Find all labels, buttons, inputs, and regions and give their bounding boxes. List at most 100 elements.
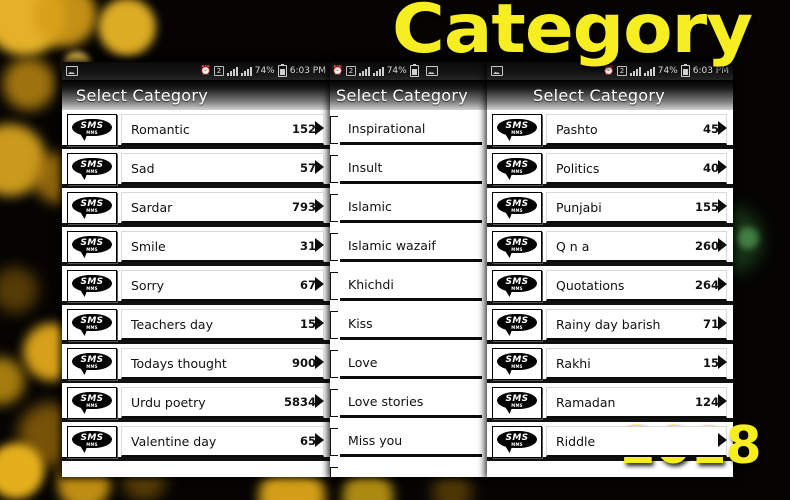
category-card[interactable]: Pashto 45 xyxy=(546,114,727,145)
chevron-right-icon xyxy=(718,277,727,291)
list-item[interactable]: SMS MMS Todays thought 900 xyxy=(62,344,330,383)
category-card[interactable]: Rainy day barish 71 xyxy=(546,309,727,340)
category-card[interactable]: Insult xyxy=(340,153,482,184)
category-count: 5834 xyxy=(283,395,316,409)
list-item[interactable]: Islamic xyxy=(330,188,488,227)
sms-thumb-sublabel: MMS xyxy=(511,129,523,135)
category-card[interactable]: Politics 40 xyxy=(546,153,727,184)
chevron-right-icon xyxy=(315,316,324,330)
sim-badge-icon: 2 xyxy=(346,66,356,76)
row-left-stub xyxy=(330,232,338,261)
row-left-stub xyxy=(330,154,338,183)
category-card[interactable]: Ramadan 124 xyxy=(546,387,727,418)
category-card[interactable]: Islamic xyxy=(340,192,482,223)
list-item[interactable]: SMS MMS Rainy day barish 71 xyxy=(487,305,733,344)
list-item[interactable]: Khichdi xyxy=(330,266,488,305)
category-card[interactable]: Sad 57 xyxy=(121,153,324,184)
category-card[interactable]: Inspirational xyxy=(340,114,482,145)
category-card[interactable] xyxy=(340,465,482,477)
category-label: Sad xyxy=(131,160,155,176)
sms-thumb-sublabel: MMS xyxy=(86,402,98,408)
category-card[interactable]: Sorry 67 xyxy=(121,270,324,301)
sms-thumbnail-icon: SMS MMS xyxy=(67,230,117,263)
list-item[interactable]: Love xyxy=(330,344,488,383)
list-item[interactable]: SMS MMS Urdu poetry 5834 xyxy=(62,383,330,422)
category-count: 15 xyxy=(702,356,719,370)
sms-thumb-sublabel: MMS xyxy=(86,363,98,369)
list-item[interactable]: Insult xyxy=(330,149,488,188)
list-item[interactable]: SMS MMS Sad 57 xyxy=(62,149,330,188)
phone-panel-2: ⏰ 2 74% Select Category Inspirational In… xyxy=(330,62,488,477)
category-card[interactable]: Smile 31 xyxy=(121,231,324,262)
chevron-right-icon xyxy=(315,394,324,408)
sms-thumbnail-icon: SMS MMS xyxy=(492,386,542,419)
category-label: Riddle xyxy=(556,433,596,449)
category-card[interactable]: Miss you xyxy=(340,426,482,457)
list-item[interactable]: Love stories xyxy=(330,383,488,422)
row-left-stub xyxy=(330,271,338,300)
list-item[interactable]: SMS MMS Ramadan 124 xyxy=(487,383,733,422)
category-card[interactable]: Riddle xyxy=(546,426,727,457)
sms-thumb-sublabel: MMS xyxy=(86,129,98,135)
list-item[interactable]: SMS MMS Pashto 45 xyxy=(487,110,733,149)
list-item[interactable]: SMS MMS Quotations 264 xyxy=(487,266,733,305)
category-card[interactable]: Urdu poetry 5834 xyxy=(121,387,324,418)
category-card[interactable]: Q n a 260 xyxy=(546,231,727,262)
list-item[interactable]: SMS MMS Politics 40 xyxy=(487,149,733,188)
list-item[interactable] xyxy=(330,461,488,477)
chevron-right-icon xyxy=(718,316,727,330)
category-count: 40 xyxy=(702,161,719,175)
sms-thumbnail-icon: SMS MMS xyxy=(492,191,542,224)
panel-2-list[interactable]: Inspirational Insult Islamic Islamic waz… xyxy=(330,110,488,477)
category-card[interactable]: Kiss xyxy=(340,309,482,340)
list-item[interactable]: SMS MMS Q n a 260 xyxy=(487,227,733,266)
list-item[interactable]: SMS MMS Teachers day 15 xyxy=(62,305,330,344)
list-item[interactable]: SMS MMS Romantic 152 xyxy=(62,110,330,149)
panel-2-title: Select Category xyxy=(330,80,488,110)
row-left-stub xyxy=(330,466,338,477)
list-item[interactable]: SMS MMS Smile 31 xyxy=(62,227,330,266)
category-label: Q n a xyxy=(556,238,590,254)
panel-1-list[interactable]: SMS MMS Romantic 152 SMS MMS Sad 57 SMS … xyxy=(62,110,330,461)
list-item[interactable]: SMS MMS Sorry 67 xyxy=(62,266,330,305)
category-card[interactable]: Quotations 264 xyxy=(546,270,727,301)
category-card[interactable]: Love xyxy=(340,348,482,379)
chevron-right-icon xyxy=(315,433,324,447)
panel-3-list[interactable]: SMS MMS Pashto 45 SMS MMS Politics 40 SM… xyxy=(487,110,733,461)
list-item[interactable]: Inspirational xyxy=(330,110,488,149)
category-card[interactable]: Todays thought 900 xyxy=(121,348,324,379)
sms-thumbnail-icon: SMS MMS xyxy=(67,191,117,224)
sms-thumbnail-icon: SMS MMS xyxy=(67,386,117,419)
category-label: Rainy day barish xyxy=(556,316,661,332)
category-card[interactable]: Khichdi xyxy=(340,270,482,301)
category-label: Love xyxy=(348,354,378,370)
list-item[interactable]: SMS MMS Sardar 793 xyxy=(62,188,330,227)
sms-thumb-sublabel: MMS xyxy=(511,324,523,330)
category-card[interactable]: Romantic 152 xyxy=(121,114,324,145)
sim-badge-icon: 2 xyxy=(214,66,224,76)
category-label: Teachers day xyxy=(131,316,213,332)
category-count: 152 xyxy=(291,122,316,136)
list-item[interactable]: SMS MMS Punjabi 155 xyxy=(487,188,733,227)
category-count: 264 xyxy=(694,278,719,292)
list-item[interactable]: Miss you xyxy=(330,422,488,461)
row-left-stub xyxy=(330,427,338,456)
chevron-right-icon xyxy=(315,121,324,135)
list-item[interactable]: SMS MMS Riddle xyxy=(487,422,733,461)
category-card[interactable]: Love stories xyxy=(340,387,482,418)
list-item[interactable]: Islamic wazaif xyxy=(330,227,488,266)
category-card[interactable]: Teachers day 15 xyxy=(121,309,324,340)
sms-thumbnail-icon: SMS MMS xyxy=(492,230,542,263)
chevron-right-icon xyxy=(718,121,727,135)
sms-thumbnail-icon: SMS MMS xyxy=(67,152,117,185)
list-item[interactable]: SMS MMS Valentine day 65 xyxy=(62,422,330,461)
category-card[interactable]: Islamic wazaif xyxy=(340,231,482,262)
category-card[interactable]: Valentine day 65 xyxy=(121,426,324,457)
chevron-right-icon xyxy=(315,160,324,174)
category-card[interactable]: Punjabi 155 xyxy=(546,192,727,223)
list-item[interactable]: Kiss xyxy=(330,305,488,344)
category-card[interactable]: Sardar 793 xyxy=(121,192,324,223)
category-card[interactable]: Rakhi 15 xyxy=(546,348,727,379)
row-left-stub xyxy=(330,349,338,378)
list-item[interactable]: SMS MMS Rakhi 15 xyxy=(487,344,733,383)
